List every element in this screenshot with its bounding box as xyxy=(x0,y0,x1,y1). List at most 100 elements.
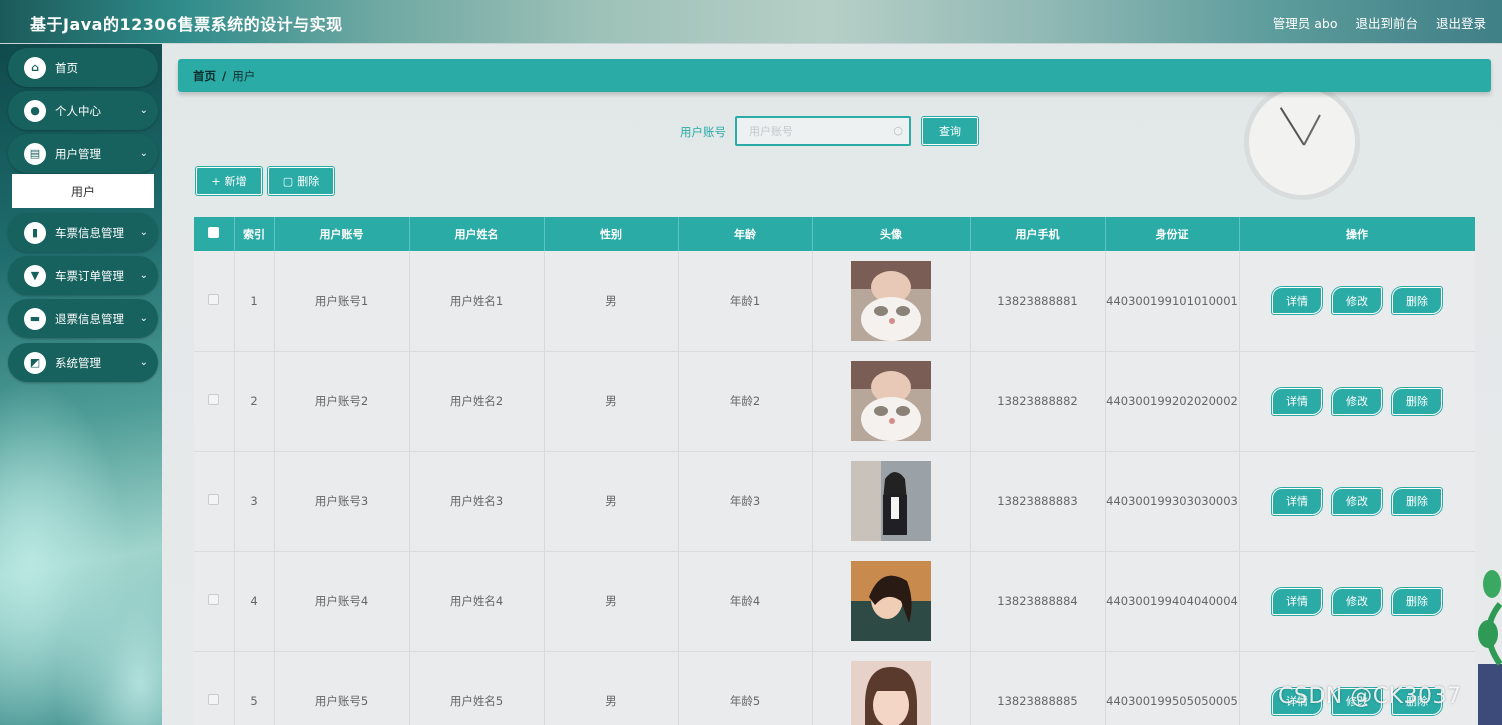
sidebar-item-user-management[interactable]: ▤ 用户管理 ⌄ xyxy=(8,134,158,173)
sidebar-item-personal-center[interactable]: ● 个人中心 ⌄ xyxy=(8,91,158,130)
delete-button-label: 删除 xyxy=(297,175,320,188)
sidebar-item-label: 退票信息管理 xyxy=(55,311,124,326)
sidebar-item-home[interactable]: ⌂ 首页 xyxy=(8,48,158,87)
row-checkbox[interactable] xyxy=(208,694,220,705)
chevron-down-icon: ⌄ xyxy=(139,357,148,368)
delete-button[interactable]: ▢ 删除 xyxy=(268,167,334,195)
cell-name: 用户姓名4 xyxy=(409,551,545,652)
cup-icon: ▼ xyxy=(24,264,46,287)
edit-button[interactable]: 修改 xyxy=(1332,487,1382,515)
avatar xyxy=(851,661,931,725)
cell-id-card: 440300199101010001 xyxy=(1105,251,1240,352)
row-checkbox[interactable] xyxy=(208,293,220,305)
detail-button[interactable]: 详情 xyxy=(1272,287,1322,315)
table-row: 1 用户账号1 用户姓名1 男 年龄1 13823888881 44030019… xyxy=(194,251,1475,352)
table-row: 3 用户账号3 用户姓名3 男 年龄3 13823888883 44030019… xyxy=(194,451,1475,552)
admin-user-link[interactable]: 管理员 abo xyxy=(1273,13,1338,32)
cell-phone: 13823888881 xyxy=(970,251,1106,352)
cell-age: 年龄5 xyxy=(678,651,813,725)
cell-name: 用户姓名3 xyxy=(409,451,545,552)
sidebar-item-label: 车票订单管理 xyxy=(55,268,124,283)
column-header: 头像 xyxy=(812,217,971,251)
sidebar-item-ticket-info[interactable]: ▮ 车票信息管理 ⌄ xyxy=(8,213,158,252)
add-button-label: 新增 xyxy=(224,175,247,188)
column-header: 身份证 xyxy=(1105,217,1240,251)
table-row: 2 用户账号2 用户姓名2 男 年龄2 13823888882 44030019… xyxy=(194,351,1475,452)
edit-button[interactable]: 修改 xyxy=(1332,587,1382,615)
search-input[interactable] xyxy=(749,124,887,138)
search-field: ○ xyxy=(735,116,911,146)
detail-button[interactable]: 详情 xyxy=(1272,387,1322,415)
add-button[interactable]: + 新增 xyxy=(196,167,262,195)
cell-index: 5 xyxy=(234,651,275,725)
chart-icon: ▮ xyxy=(24,221,46,244)
search-label: 用户账号 xyxy=(680,125,726,139)
cell-age: 年龄2 xyxy=(678,351,813,452)
cell-age: 年龄1 xyxy=(678,251,813,352)
column-header: 用户账号 xyxy=(274,217,410,251)
edit-button[interactable]: 修改 xyxy=(1332,387,1382,415)
cell-id-card: 440300199303030003 xyxy=(1105,451,1240,552)
sidebar-item-label: 个人中心 xyxy=(55,103,101,118)
chevron-down-icon: ⌄ xyxy=(139,227,148,238)
sidebar-item-label: 系统管理 xyxy=(55,355,101,370)
cell-account: 用户账号5 xyxy=(274,651,410,725)
user-table: 索引 用户账号 用户姓名 性别 年龄 头像 用户手机 身份证 操作 1 用户账号… xyxy=(194,217,1475,725)
cell-gender: 男 xyxy=(544,451,679,552)
sidebar-item-label: 车票信息管理 xyxy=(55,225,124,240)
select-all-checkbox[interactable] xyxy=(208,227,220,238)
plus-icon: + xyxy=(211,174,221,188)
main-content: 首页 / 用户 用户账号 ○ 查询 + 新增 ▢ 删除 索引 用户账号 xyxy=(162,44,1502,725)
settings-icon: ◩ xyxy=(24,351,46,374)
sidebar-item-refund-info[interactable]: ▬ 退票信息管理 ⌄ xyxy=(8,299,158,338)
cell-gender: 男 xyxy=(544,251,679,352)
cell-account: 用户账号1 xyxy=(274,251,410,352)
cell-phone: 13823888882 xyxy=(970,351,1106,452)
cell-index: 4 xyxy=(234,551,275,652)
sidebar-subitem-users[interactable]: 用户 xyxy=(12,174,154,208)
clipboard-icon: ▤ xyxy=(24,142,46,165)
cell-index: 2 xyxy=(234,351,275,452)
briefcase-icon: ▬ xyxy=(24,307,46,330)
cell-id-card: 440300199404040004 xyxy=(1105,551,1240,652)
sidebar-item-label: 用户管理 xyxy=(55,146,101,161)
column-header: 用户姓名 xyxy=(409,217,545,251)
detail-button[interactable]: 详情 xyxy=(1272,487,1322,515)
cell-id-card: 440300199505050005 xyxy=(1105,651,1240,725)
row-checkbox[interactable] xyxy=(208,594,220,605)
edit-button[interactable]: 修改 xyxy=(1332,287,1382,315)
detail-button[interactable]: 详情 xyxy=(1272,587,1322,615)
breadcrumb-separator: / xyxy=(222,68,227,83)
column-header: 索引 xyxy=(234,217,275,251)
breadcrumb-home[interactable]: 首页 xyxy=(193,68,216,84)
cell-index: 1 xyxy=(234,251,275,352)
column-header: 用户手机 xyxy=(970,217,1106,251)
table-header-row: 索引 用户账号 用户姓名 性别 年龄 头像 用户手机 身份证 操作 xyxy=(194,217,1475,251)
row-delete-button[interactable]: 删除 xyxy=(1392,487,1442,515)
breadcrumb: 首页 / 用户 xyxy=(178,59,1491,92)
cell-name: 用户姓名2 xyxy=(409,351,545,452)
row-checkbox[interactable] xyxy=(208,394,220,405)
top-links: 管理员 abo 退出到前台 退出登录 xyxy=(1273,13,1486,32)
column-header: 年龄 xyxy=(678,217,813,251)
cell-age: 年龄4 xyxy=(678,551,813,652)
search-icon: ○ xyxy=(893,124,903,137)
sidebar: ⌂ 首页 ● 个人中心 ⌄ ▤ 用户管理 ⌄ 用户 ▮ 车票信息管理 ⌄ ▼ 车… xyxy=(0,44,162,725)
row-delete-button[interactable]: 删除 xyxy=(1392,587,1442,615)
app-title: 基于Java的12306售票系统的设计与实现 xyxy=(30,15,343,34)
cell-gender: 男 xyxy=(544,551,679,652)
clock-decoration xyxy=(1244,84,1360,200)
chevron-down-icon: ⌄ xyxy=(139,105,148,116)
table-row: 4 用户账号4 用户姓名4 男 年龄4 13823888884 44030019… xyxy=(194,551,1475,652)
logout-link[interactable]: 退出登录 xyxy=(1436,13,1486,32)
sidebar-item-ticket-orders[interactable]: ▼ 车票订单管理 ⌄ xyxy=(8,256,158,295)
plant-decoration xyxy=(1478,570,1502,725)
back-to-front-link[interactable]: 退出到前台 xyxy=(1355,13,1418,32)
cell-name: 用户姓名1 xyxy=(409,251,545,352)
row-delete-button[interactable]: 删除 xyxy=(1392,387,1442,415)
cell-phone: 13823888884 xyxy=(970,551,1106,652)
sidebar-item-system-management[interactable]: ◩ 系统管理 ⌄ xyxy=(8,343,158,382)
row-delete-button[interactable]: 删除 xyxy=(1392,287,1442,315)
query-button[interactable]: 查询 xyxy=(922,117,978,145)
row-checkbox[interactable] xyxy=(208,494,220,505)
